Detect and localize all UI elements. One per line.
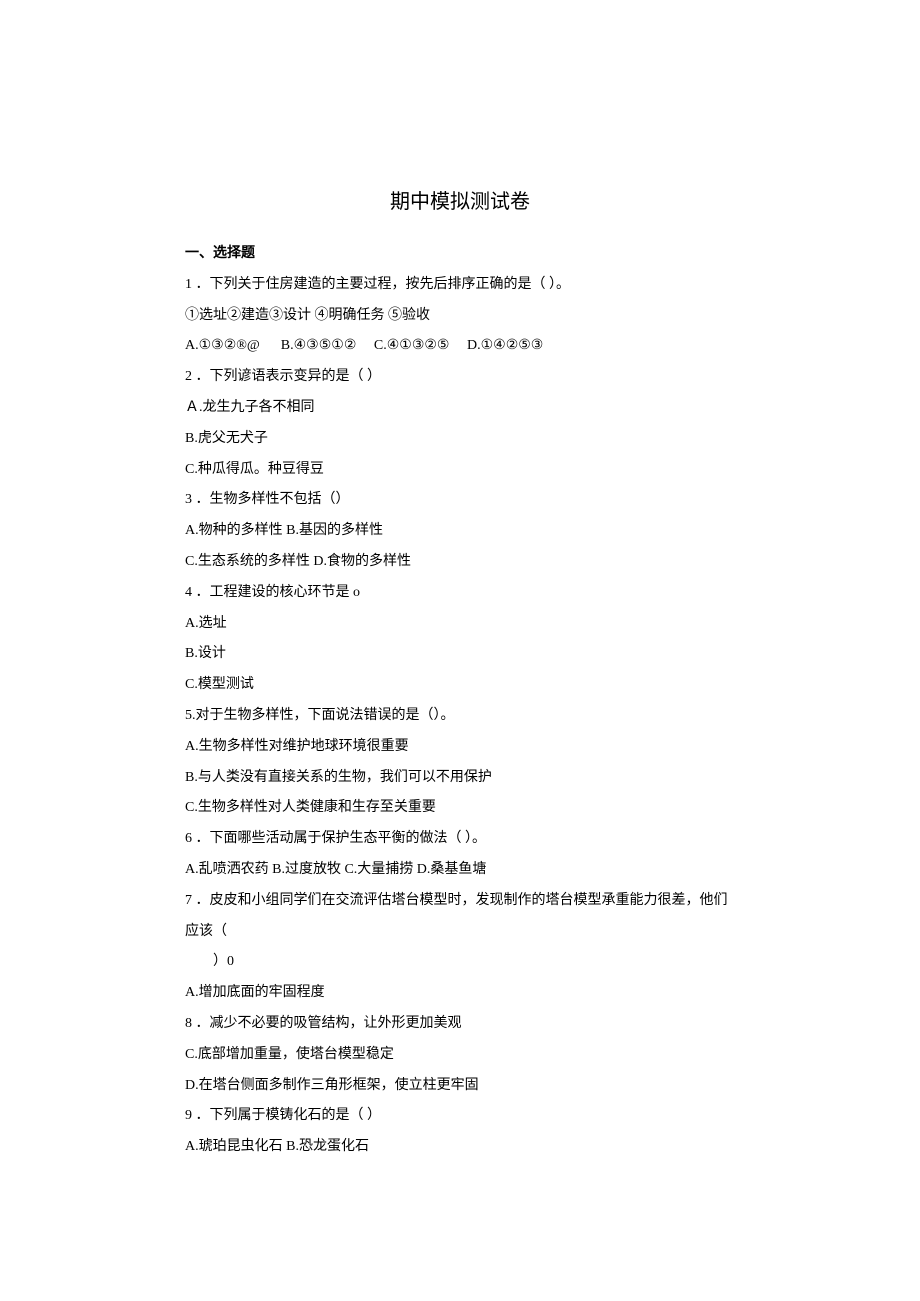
q5-optA: A.生物多样性对维护地球环境很重要: [185, 732, 735, 763]
q3-stem: 3 ．生物多样性不包括（）: [185, 485, 735, 516]
q7-optB: 8 ．减少不必要的吸管结构，让外形更加美观: [185, 1009, 735, 1040]
q7-stem2: ）0: [185, 947, 735, 978]
q5-optB: B.与人类没有直接关系的生物，我们可以不用保护: [185, 763, 735, 794]
q4-optA: A.选址: [185, 609, 735, 640]
q2-optA: Ａ.龙生九子各不相同: [185, 393, 735, 424]
q6-options: A.乱喷洒农药 B.过度放牧 C.大量捕捞 D.桑基鱼塘: [185, 855, 735, 886]
q3-optAB: A.物种的多样性 B.基因的多样性: [185, 516, 735, 547]
q1-options: A.①③②®@ B.④③⑤①② C.④①③②⑤ D.①④②⑤③: [185, 331, 735, 362]
q5-optC: C.生物多样性对人类健康和生存至关重要: [185, 793, 735, 824]
q7-optA: A.增加底面的牢固程度: [185, 978, 735, 1009]
q4-optB: B.设计: [185, 639, 735, 670]
q9-stem: 9 ．下列属于模铸化石的是（ ）: [185, 1101, 735, 1132]
q2-optC: C.种瓜得瓜。种豆得豆: [185, 455, 735, 486]
q1-steps: ①选址②建造③设计 ④明确任务 ⑤验收: [185, 301, 735, 332]
q2-optB: B.虎父无犬子: [185, 424, 735, 455]
page-title: 期中模拟测试卷: [185, 180, 735, 224]
q7-stem: 7 ．皮皮和小组同学们在交流评估塔台模型时，发现制作的塔台模型承重能力很差，他们…: [185, 886, 735, 948]
q6-stem: 6 ．下面哪些活动属于保护生态平衡的做法（ ）。: [185, 824, 735, 855]
section-heading: 一、选择题: [185, 239, 735, 270]
q5-stem: 5.对于生物多样性，下面说法错误的是（）。: [185, 701, 735, 732]
q2-stem: 2 ．下列谚语表示变异的是（ ）: [185, 362, 735, 393]
q1-stem: 1 ．下列关于住房建造的主要过程，按先后排序正确的是（ ）。: [185, 270, 735, 301]
q7-optC: C.底部增加重量，使塔台模型稳定: [185, 1040, 735, 1071]
q9-options: A.琥珀昆虫化石 B.恐龙蛋化石: [185, 1132, 735, 1163]
q7-optD: D.在塔台侧面多制作三角形框架，使立柱更牢固: [185, 1071, 735, 1102]
q4-stem: 4 ．工程建设的核心环节是 o: [185, 578, 735, 609]
q4-optC: C.模型测试: [185, 670, 735, 701]
q3-optCD: C.生态系统的多样性 D.食物的多样性: [185, 547, 735, 578]
